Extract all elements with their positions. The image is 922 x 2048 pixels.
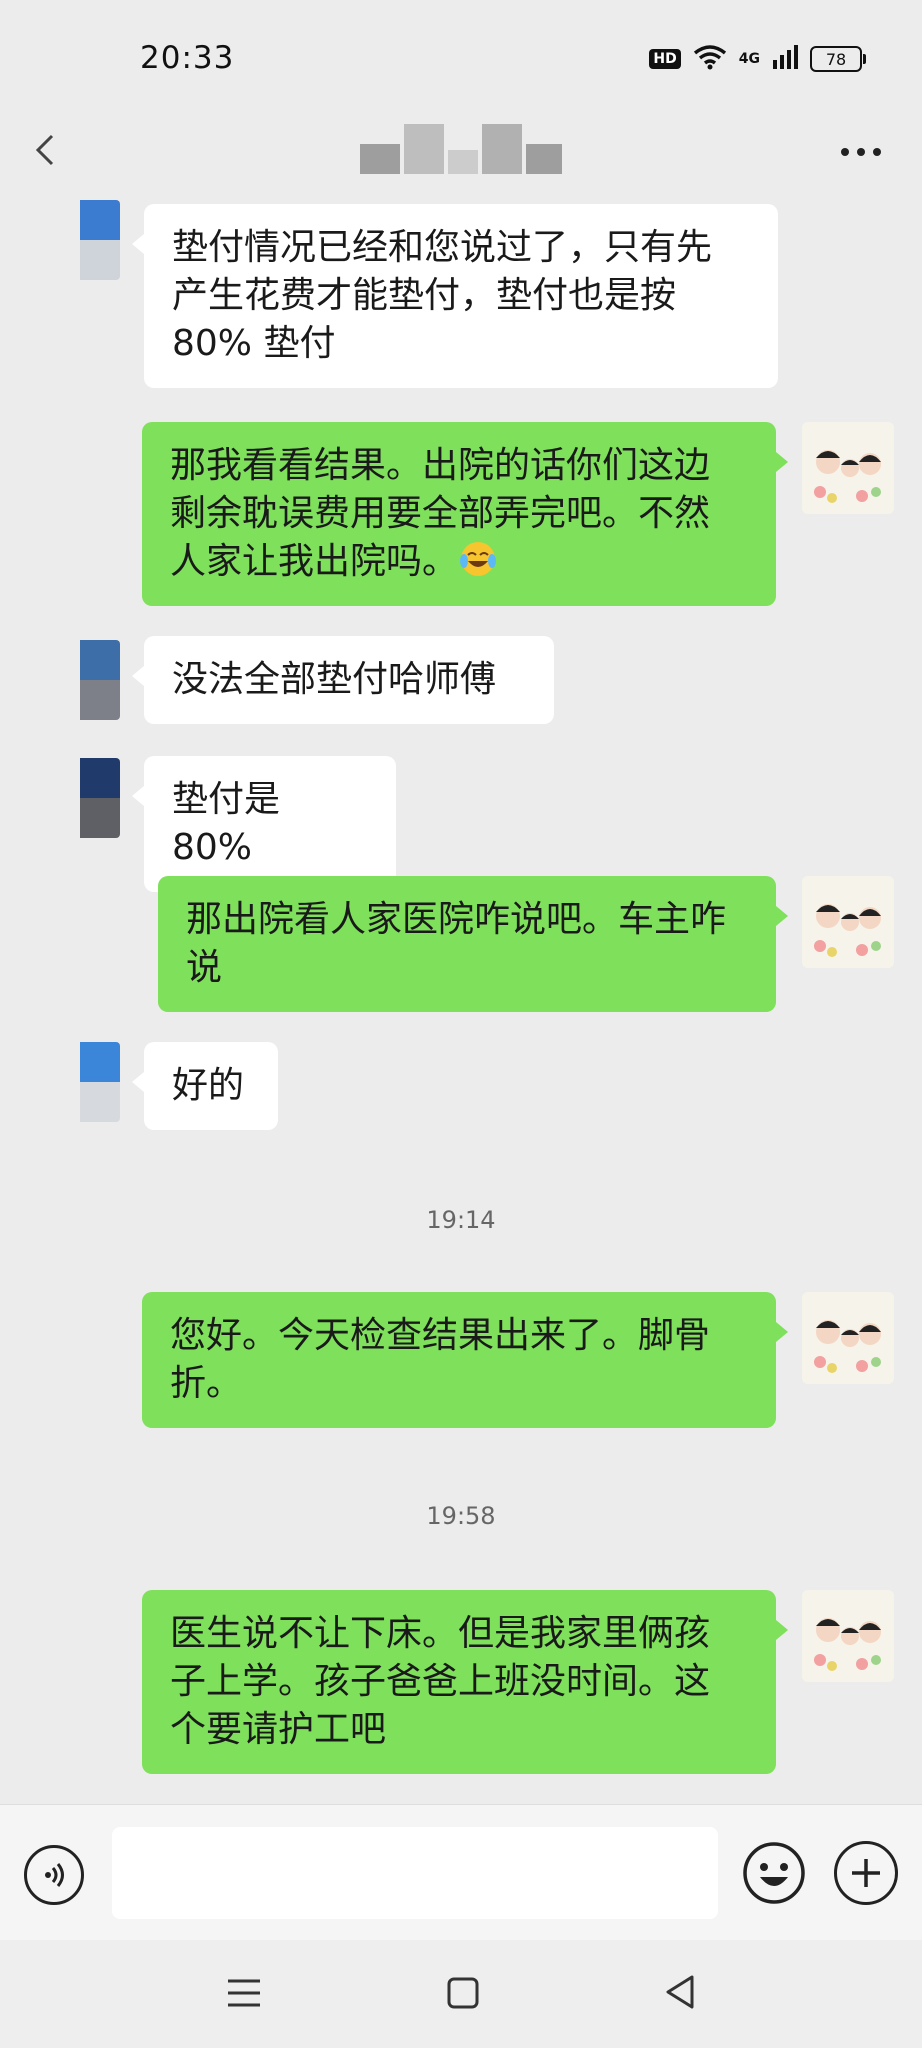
message-row: 那我看看结果。出院的话你们这边 剩余耽误费用要全部弄完吧。不然 人家让我出院吗。 [0, 422, 922, 622]
chevron-left-icon [35, 134, 54, 166]
message-row: 没法全部垫付哈师傅 [0, 636, 922, 726]
status-bar: 20:33 HD 4G 78 [0, 0, 922, 110]
hd-badge: HD [649, 49, 681, 69]
laughing-crying-emoji-icon [460, 542, 497, 576]
battery-indicator: 78 [810, 46, 866, 72]
smiley-icon [743, 1842, 805, 1904]
my-avatar[interactable] [802, 422, 894, 514]
message-line: 子上学。孩子爸爸上班没时间。这 [170, 1661, 711, 1702]
contact-avatar[interactable] [40, 640, 120, 720]
message-line: 没法全部垫付哈师傅 [172, 659, 497, 700]
home-button[interactable] [446, 1974, 480, 2020]
ellipsis-icon [841, 148, 881, 156]
message-row: 您好。今天检查结果出来了。脚骨 折。 [0, 1292, 922, 1432]
contact-avatar[interactable] [40, 1042, 120, 1122]
message-line: 80% 垫付 [172, 323, 336, 364]
family-cartoon-icon [802, 1292, 894, 1384]
more-button[interactable] [838, 128, 884, 169]
signal-icon [772, 44, 798, 74]
status-time: 20:33 [140, 40, 235, 76]
my-avatar[interactable] [802, 1292, 894, 1384]
message-line: 折。 [170, 1363, 243, 1404]
message-bubble-received[interactable]: 垫付情况已经和您说过了，只有先 产生花费才能垫付，垫付也是按 80% 垫付 [132, 204, 778, 388]
system-navigation-bar [0, 1940, 922, 2048]
message-input[interactable] [112, 1827, 718, 1919]
home-square-icon [447, 1977, 479, 2009]
message-row: 好的 [0, 1042, 922, 1132]
message-line: 那我看看结果。出院的话你们这边 [170, 445, 711, 486]
message-bubble-received[interactable]: 没法全部垫付哈师傅 [132, 636, 554, 724]
voice-button[interactable] [24, 1845, 84, 1905]
contact-name-blurred [360, 120, 600, 174]
message-line: 医生说不让下床。但是我家里俩孩 [170, 1613, 711, 1654]
message-line: 那出院看人家医院咋说吧。车主咋 [186, 899, 727, 940]
message-bubble-sent[interactable]: 您好。今天检查结果出来了。脚骨 折。 [142, 1292, 788, 1428]
menu-button[interactable] [226, 1974, 262, 2020]
message-line: 垫付情况已经和您说过了，只有先 [172, 227, 713, 268]
message-row: 医生说不让下床。但是我家里俩孩 子上学。孩子爸爸上班没时间。这 个要请护工吧 [0, 1590, 922, 1780]
family-cartoon-icon [802, 1590, 894, 1682]
chat-input-bar [0, 1804, 922, 1941]
wifi-icon [693, 44, 727, 74]
menu-icon [228, 1979, 260, 2007]
plus-button[interactable] [834, 1841, 898, 1905]
message-line: 剩余耽误费用要全部弄完吧。不然 [170, 493, 711, 534]
my-avatar[interactable] [802, 1590, 894, 1682]
network-type: 4G [738, 51, 760, 67]
message-line: 说 [186, 947, 223, 988]
message-row: 那出院看人家医院咋说吧。车主咋 说 [0, 876, 922, 1016]
message-timestamp: 19:14 [426, 1206, 496, 1234]
family-cartoon-icon [802, 876, 894, 968]
emoji-button[interactable] [742, 1841, 806, 1905]
message-bubble-received[interactable]: 垫付是 80% [132, 756, 396, 892]
message-timestamp: 19:58 [426, 1502, 496, 1530]
chat-header [0, 110, 922, 200]
message-line: 人家让我出院吗。 [170, 538, 748, 586]
back-triangle-icon [666, 1975, 694, 2009]
message-bubble-sent[interactable]: 那出院看人家医院咋说吧。车主咋 说 [158, 876, 788, 1012]
message-line: 个要请护工吧 [170, 1709, 387, 1750]
message-bubble-sent[interactable]: 那我看看结果。出院的话你们这边 剩余耽误费用要全部弄完吧。不然 人家让我出院吗。 [142, 422, 788, 606]
message-row: 垫付是 80% [0, 756, 922, 892]
my-avatar[interactable] [802, 876, 894, 968]
message-line: 好的 [172, 1065, 245, 1106]
message-line: 垫付是 80% [172, 779, 281, 868]
message-line-text: 人家让我出院吗。 [170, 541, 459, 582]
family-cartoon-icon [802, 422, 894, 514]
back-nav-button[interactable] [664, 1974, 696, 2020]
plus-icon [852, 1859, 880, 1887]
voice-icon [45, 1863, 64, 1887]
message-line: 产生花费才能垫付，垫付也是按 [172, 275, 677, 316]
contact-avatar[interactable] [40, 758, 120, 838]
chat-message-list[interactable]: 垫付情况已经和您说过了，只有先 产生花费才能垫付，垫付也是按 80% 垫付 那我… [0, 200, 922, 1800]
back-button[interactable] [32, 130, 58, 180]
message-bubble-sent[interactable]: 医生说不让下床。但是我家里俩孩 子上学。孩子爸爸上班没时间。这 个要请护工吧 [142, 1590, 788, 1774]
contact-avatar[interactable] [40, 200, 120, 280]
message-line: 您好。今天检查结果出来了。脚骨 [170, 1315, 711, 1356]
message-row: 垫付情况已经和您说过了，只有先 产生花费才能垫付，垫付也是按 80% 垫付 [0, 200, 922, 400]
status-icons: HD 4G 78 [649, 44, 866, 74]
message-bubble-received[interactable]: 好的 [132, 1042, 278, 1130]
